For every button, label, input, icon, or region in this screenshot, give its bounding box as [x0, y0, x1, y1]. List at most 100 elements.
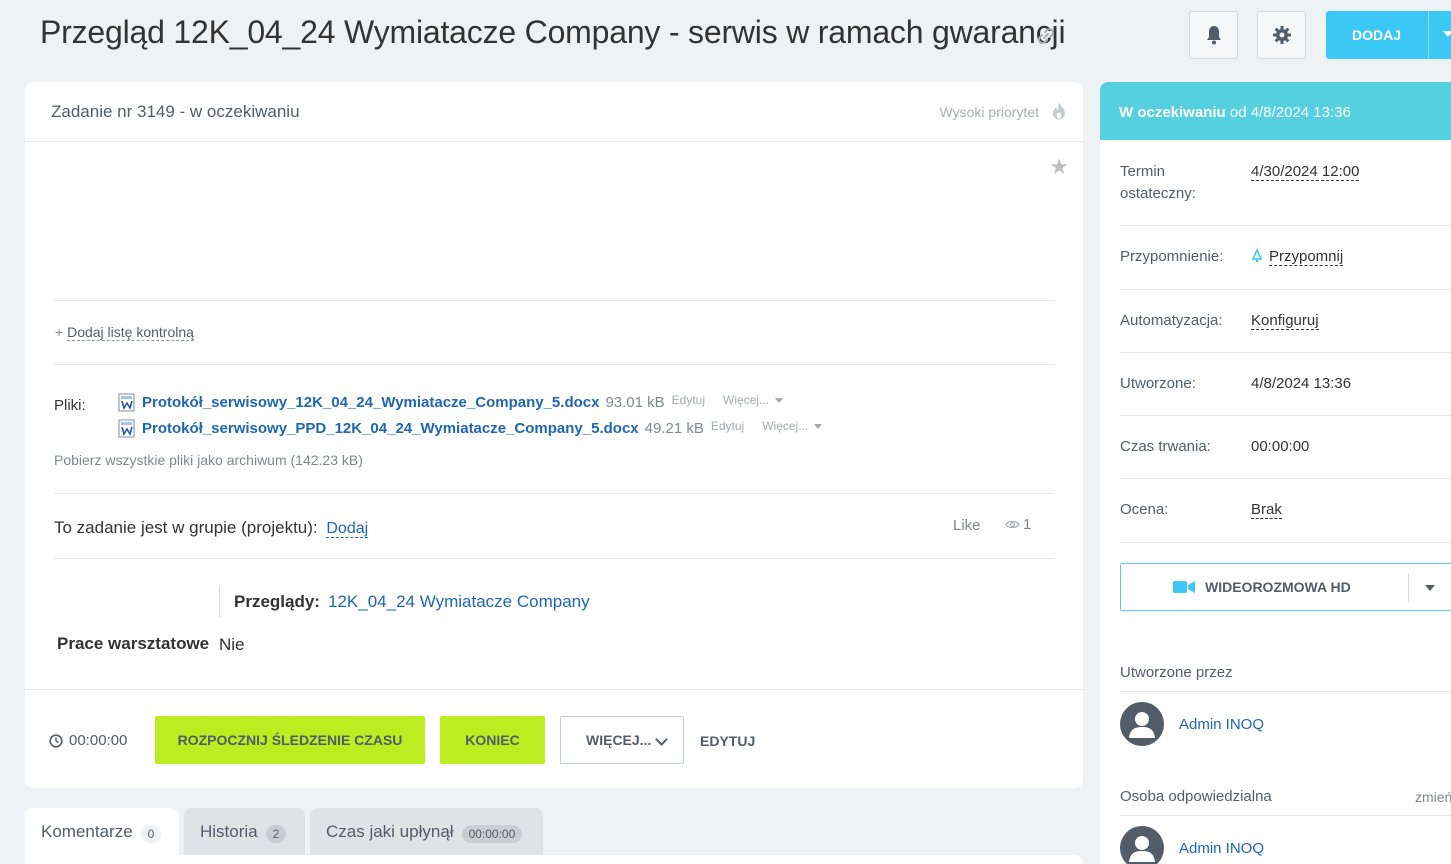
automation-text: Konfiguruj	[1251, 312, 1319, 330]
divider	[1120, 691, 1451, 692]
tab-content-panel	[25, 855, 1083, 864]
chevron-down-icon	[814, 423, 823, 429]
deadline-label-line: ostateczny:	[1120, 185, 1196, 202]
add-button-label: DODAJ	[1352, 27, 1402, 43]
status-date: od 4/8/2024 13:36	[1229, 104, 1351, 121]
workshop-field-label: Prace warsztatowe	[57, 634, 210, 653]
created-by-name-link[interactable]: Admin INOQ	[1179, 716, 1264, 733]
deadline-label-line: Termin	[1120, 163, 1166, 180]
rating-link[interactable]: Brak	[1251, 499, 1282, 521]
like-button[interactable]: Like	[953, 517, 981, 534]
views-counter: 1	[1005, 516, 1031, 533]
eye-icon	[1005, 520, 1020, 529]
edit-button[interactable]: EDYTUJ	[700, 733, 755, 749]
file-edit-link[interactable]: Edytuj	[672, 393, 705, 407]
project-group-text: To zadanie jest w grupie (projektu):	[54, 518, 318, 537]
created-by-label: Utworzone przez	[1120, 664, 1233, 681]
star-icon[interactable]: ★	[1049, 154, 1069, 180]
views-count: 1	[1023, 516, 1032, 533]
avatar[interactable]	[1120, 826, 1164, 864]
priority-toggle[interactable]: Wysoki priorytet	[940, 104, 1039, 120]
automation-link[interactable]: Konfiguruj	[1251, 310, 1319, 332]
file-more-menu[interactable]: Więcej...	[762, 418, 823, 433]
duration-value: 00:00:00	[1251, 438, 1310, 455]
reviews-field-label: Przeglądy:	[234, 592, 320, 611]
divider	[54, 300, 1054, 301]
more-actions-label: WIĘCEJ...	[586, 732, 652, 748]
tab-label: Komentarze	[41, 822, 133, 841]
tab-count-badge: 2	[265, 825, 287, 843]
deadline-date: 4/30/2024 12:00	[1251, 163, 1360, 181]
word-doc-icon	[118, 393, 135, 412]
file-more-label: Więcej...	[762, 418, 809, 433]
rating-text: Brak	[1251, 501, 1282, 519]
divider	[1120, 225, 1451, 226]
download-archive-link[interactable]: Pobierz wszystkie pliki jako archiwum (1…	[54, 452, 363, 468]
file-item: Protokół_serwisowy_12K_04_24_Wymiatacze_…	[118, 392, 784, 412]
status-label: W oczekiwaniu	[1119, 104, 1226, 121]
file-more-label: Więcej...	[723, 392, 770, 407]
more-actions-button[interactable]: WIĘCEJ...	[560, 716, 684, 764]
add-button[interactable]: DODAJ	[1326, 11, 1451, 59]
divider	[54, 558, 1054, 559]
responsible-name-link[interactable]: Admin INOQ	[1179, 840, 1264, 857]
file-edit-link[interactable]: Edytuj	[711, 419, 744, 433]
file-item: Protokół_serwisowy_PPD_12K_04_24_Wymiata…	[118, 418, 823, 438]
chevron-down-icon[interactable]	[1425, 585, 1435, 591]
created-label: Utworzone:	[1120, 375, 1196, 392]
video-camera-icon	[1173, 581, 1195, 593]
chevron-down-icon[interactable]	[1443, 31, 1451, 37]
avatar[interactable]	[1120, 702, 1164, 746]
chevron-down-icon	[775, 397, 784, 403]
tab-count-badge: 0	[140, 825, 162, 843]
created-value: 4/8/2024 13:36	[1251, 375, 1352, 392]
tab-label: Historia	[200, 822, 258, 841]
file-name-link[interactable]: Protokół_serwisowy_PPD_12K_04_24_Wymiata…	[142, 420, 639, 437]
task-card-header: Zadanie nr 3149 - w oczekiwaniu Wysoki p…	[25, 82, 1083, 142]
status-header: W oczekiwaniu od 4/8/2024 13:36	[1100, 82, 1451, 140]
flame-icon[interactable]	[1051, 101, 1067, 121]
add-button-divider	[1428, 11, 1429, 59]
add-checklist-label: Dodaj listę kontrolną	[67, 324, 194, 341]
workshop-field-value: Nie	[219, 635, 245, 654]
file-name-link[interactable]: Protokół_serwisowy_12K_04_24_Wymiatacze_…	[142, 394, 599, 411]
duration-label: Czas trwania:	[1120, 438, 1211, 455]
rating-label: Ocena:	[1120, 501, 1169, 518]
timer-value: 00:00:00	[69, 732, 128, 749]
video-call-divider	[1408, 574, 1409, 602]
divider	[1120, 815, 1451, 816]
reminder-link[interactable]: Przypomnij	[1251, 246, 1344, 268]
task-title: Zadanie nr 3149 - w oczekiwaniu	[51, 102, 300, 121]
user-avatar-icon	[1129, 712, 1155, 738]
link-icon[interactable]	[1036, 26, 1056, 46]
task-card: Zadanie nr 3149 - w oczekiwaniu Wysoki p…	[25, 82, 1083, 788]
responsible-label: Osoba odpowiedzialna	[1120, 788, 1272, 805]
reminder-bell-icon	[1251, 248, 1263, 262]
divider	[1120, 352, 1451, 353]
files-label: Pliki:	[54, 397, 86, 414]
change-responsible-link[interactable]: zmień	[1415, 789, 1451, 805]
settings-button[interactable]	[1257, 11, 1306, 59]
tab-label: Czas jaki upłynął	[326, 822, 454, 841]
reviews-field-link[interactable]: 12K_04_24 Wymiatacze Company	[328, 592, 590, 612]
divider	[1120, 289, 1451, 290]
plus-icon: +	[55, 324, 64, 340]
automation-label: Automatyzacja:	[1120, 312, 1223, 329]
field-separator	[219, 587, 220, 617]
finish-button[interactable]: KONIEC	[440, 716, 545, 764]
deadline-value[interactable]: 4/30/2024 12:00	[1251, 161, 1360, 183]
file-more-menu[interactable]: Więcej...	[723, 392, 784, 407]
divider	[54, 493, 1054, 494]
time-tracker: 00:00:00	[49, 732, 127, 749]
gear-icon	[1272, 26, 1291, 44]
file-size: 93.01 kB	[605, 394, 665, 411]
hd-video-call-button[interactable]: WIDEOROZMOWA HD	[1120, 563, 1451, 611]
divider	[1120, 478, 1451, 479]
notifications-button[interactable]	[1189, 11, 1238, 59]
tab-count-badge: 00:00:00	[461, 825, 523, 843]
start-time-tracking-button[interactable]: ROZPOCZNIJ ŚLEDZENIE CZASU	[155, 716, 425, 764]
add-checklist-link[interactable]: + Dodaj listę kontrolną	[55, 324, 194, 341]
word-doc-icon	[118, 419, 135, 438]
project-group-line: To zadanie jest w grupie (projektu): Dod…	[54, 518, 369, 538]
project-group-add-link[interactable]: Dodaj	[326, 520, 369, 538]
